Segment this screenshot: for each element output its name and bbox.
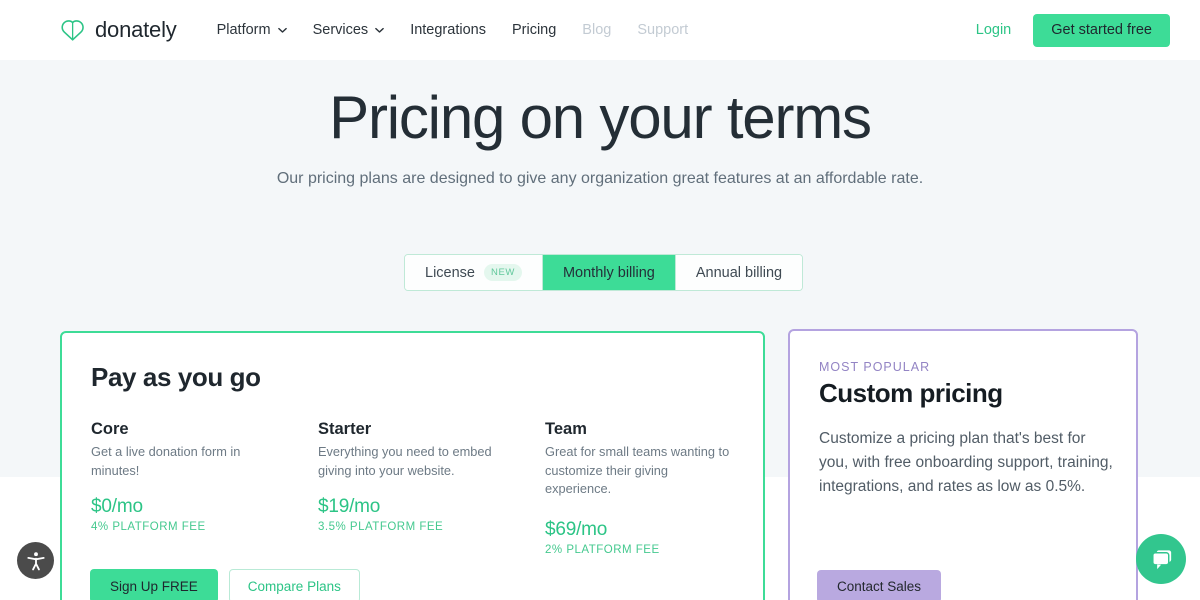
tier-description: Great for small teams wanting to customi… — [545, 444, 730, 497]
login-link[interactable]: Login — [976, 22, 1011, 38]
get-started-free-button[interactable]: Get started free — [1033, 13, 1170, 47]
tier-price: $0/mo — [91, 496, 143, 518]
accessibility-person-icon — [26, 551, 45, 570]
chevron-down-icon — [277, 27, 287, 33]
compare-plans-button[interactable]: Compare Plans — [228, 569, 360, 600]
nav-item-blog[interactable]: Blog — [582, 22, 611, 38]
tier-name: Core — [91, 420, 129, 438]
most-popular-label: MOST POPULAR — [819, 360, 931, 374]
donately-heart-logo-icon — [61, 20, 84, 41]
custom-pricing-description: Customize a pricing plan that's best for… — [819, 430, 1113, 496]
contact-sales-button[interactable]: Contact Sales — [817, 570, 942, 600]
tier-description: Everything you need to embed giving into… — [318, 444, 492, 478]
billing-option-monthly[interactable]: Monthly billing — [542, 255, 676, 290]
nav-item-pricing[interactable]: Pricing — [512, 22, 556, 38]
tier-name: Starter — [318, 420, 372, 438]
custom-pricing-card: MOST POPULAR Custom pricing Customize a … — [788, 329, 1138, 600]
nav-item-support[interactable]: Support — [637, 22, 688, 38]
tier-platform-fee: 2% PLATFORM FEE — [545, 543, 660, 556]
brand-name: donately — [95, 17, 177, 42]
billing-option-license[interactable]: License NEW — [405, 255, 543, 290]
new-badge: NEW — [483, 264, 522, 281]
chevron-down-icon — [375, 27, 385, 33]
pay-as-you-go-heading: Pay as you go — [91, 362, 261, 392]
billing-option-annual[interactable]: Annual billing — [675, 255, 803, 290]
billing-option-monthly-label: Monthly billing — [562, 264, 655, 281]
pay-as-you-go-actions: Sign Up FREE Compare Plans — [90, 569, 360, 600]
nav-item-services-label: Services — [312, 22, 369, 38]
billing-period-toggle: License NEW Monthly billing Annual billi… — [404, 254, 804, 291]
primary-nav-links: Platform Services Integrations Pricing B… — [217, 22, 689, 38]
tier-starter: Starter Everything you need to embed giv… — [318, 420, 545, 556]
brand-logo-link[interactable]: donately — [60, 17, 177, 43]
page-subtitle: Our pricing plans are designed to give a… — [276, 170, 924, 187]
sign-up-free-button[interactable]: Sign Up FREE — [90, 569, 218, 600]
tier-core: Core Get a live donation form in minutes… — [91, 420, 318, 556]
pricing-page: donately Platform Services Integrations … — [0, 0, 1200, 600]
chat-bubbles-icon — [1151, 549, 1171, 569]
tier-description: Get a live donation form in minutes! — [91, 444, 241, 478]
nav-right-actions: Login Get started free — [976, 13, 1170, 47]
nav-item-platform-label: Platform — [216, 22, 271, 38]
billing-option-license-label: License — [425, 264, 475, 281]
nav-item-services[interactable]: Services — [313, 22, 385, 38]
custom-pricing-title: Custom pricing — [819, 378, 1003, 408]
tier-name: Team — [545, 420, 587, 438]
top-navigation-bar: donately Platform Services Integrations … — [0, 0, 1200, 60]
billing-option-annual-label: Annual billing — [695, 264, 783, 281]
nav-item-platform[interactable]: Platform — [217, 22, 287, 38]
tier-platform-fee: 4% PLATFORM FEE — [91, 521, 206, 534]
tier-price: $69/mo — [545, 518, 608, 540]
page-title: Pricing on your terms — [329, 84, 872, 151]
nav-item-integrations[interactable]: Integrations — [410, 22, 486, 38]
tier-platform-fee: 3.5% PLATFORM FEE — [318, 521, 444, 534]
tier-list: Core Get a live donation form in minutes… — [91, 420, 772, 556]
tier-price: $19/mo — [318, 496, 381, 518]
pay-as-you-go-card: Pay as you go Core Get a live donation f… — [60, 331, 765, 600]
tier-team: Team Great for small teams wanting to cu… — [545, 420, 772, 556]
chat-widget-button[interactable] — [1136, 534, 1186, 584]
accessibility-widget-button[interactable] — [17, 542, 54, 579]
